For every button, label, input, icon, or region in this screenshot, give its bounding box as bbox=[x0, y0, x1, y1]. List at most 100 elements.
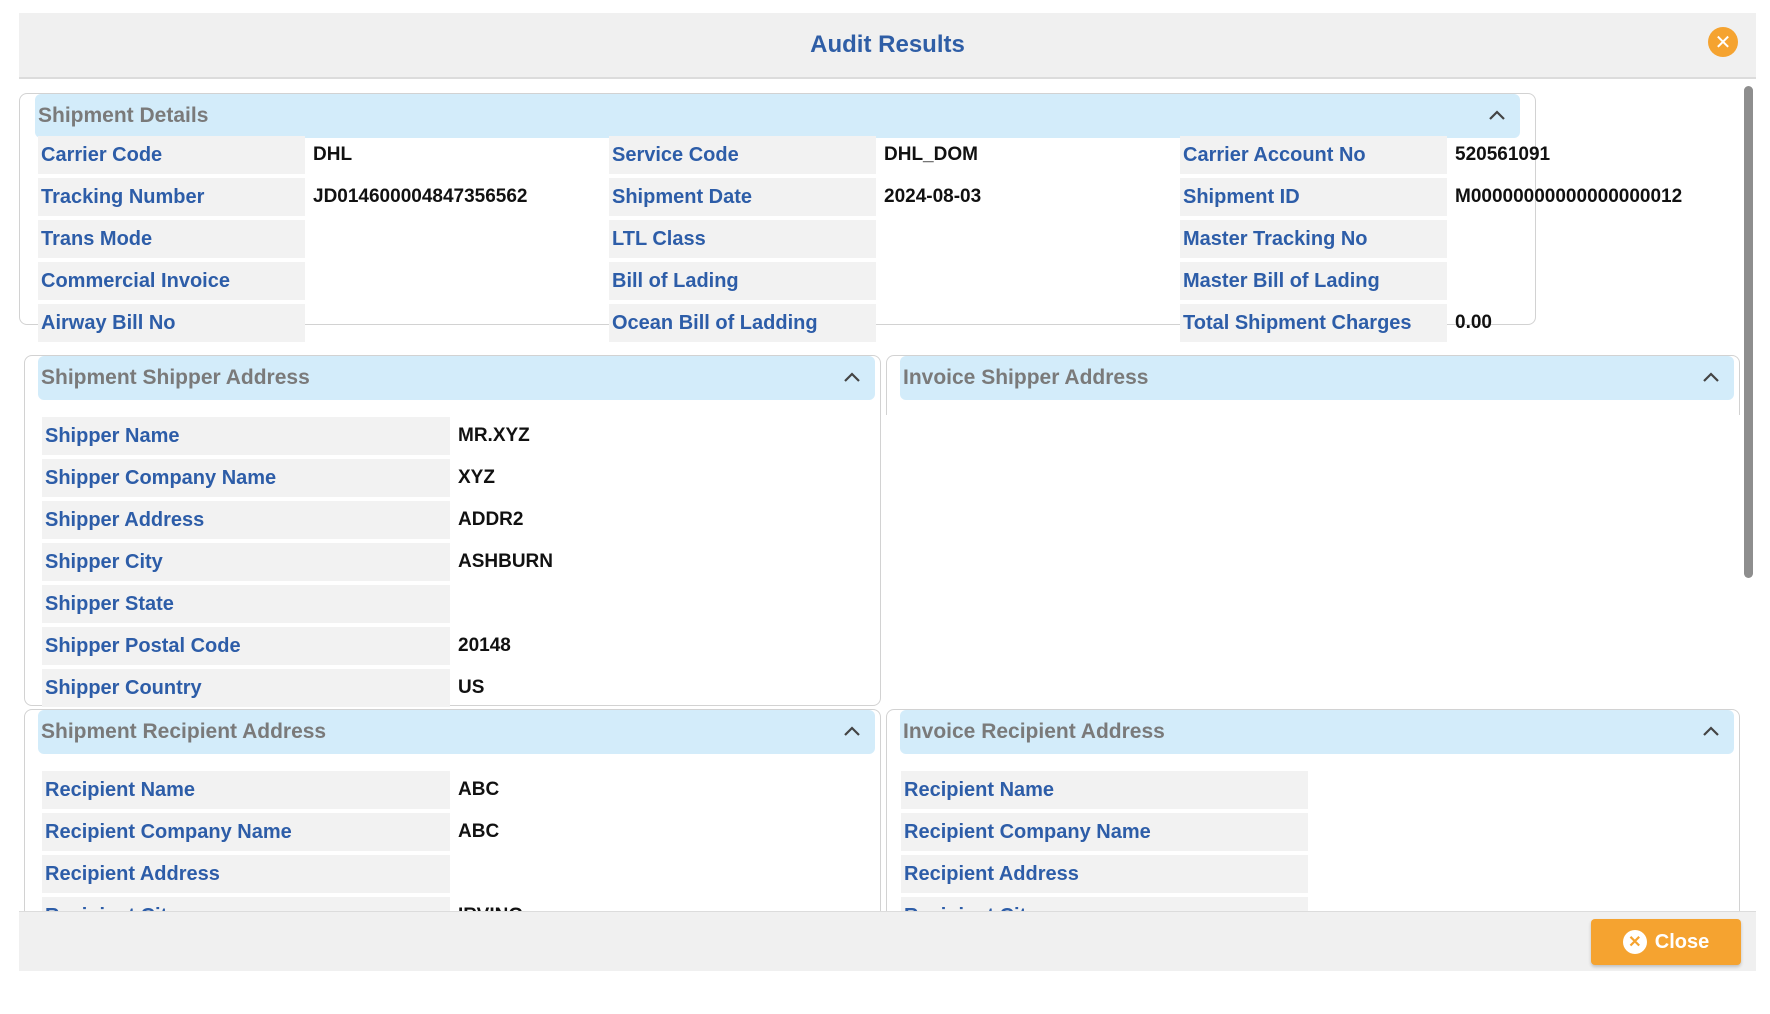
table-row: Shipper Postal Code 20148 bbox=[42, 627, 850, 665]
field-value: ASHBURN bbox=[458, 551, 553, 572]
field-label: Service Code bbox=[609, 136, 876, 174]
chevron-up-icon[interactable] bbox=[1698, 364, 1724, 390]
section-title: Invoice Recipient Address bbox=[903, 720, 1165, 743]
field-value bbox=[876, 304, 1176, 342]
table-row: Shipment ID M00000000000000000012 bbox=[1180, 178, 1707, 216]
field-label: Recipient Address bbox=[901, 855, 1308, 893]
field-value: 520561091 bbox=[1455, 144, 1551, 165]
field-value bbox=[1308, 813, 1708, 851]
field-label: Recipient Name bbox=[42, 771, 450, 809]
field-label: Shipper City bbox=[42, 543, 450, 581]
field-value: ABC bbox=[458, 821, 500, 842]
field-label: Shipper State bbox=[42, 585, 450, 623]
field-label: Shipper Country bbox=[42, 669, 450, 707]
table-row: Shipper City ASHBURN bbox=[42, 543, 850, 581]
field-label: Recipient Name bbox=[901, 771, 1308, 809]
field-label: Shipment Date bbox=[609, 178, 876, 216]
field-label: Shipment ID bbox=[1180, 178, 1447, 216]
table-row: Recipient Company Name ABC bbox=[42, 813, 850, 851]
invoice-shipper-address-header[interactable]: Invoice Shipper Address bbox=[900, 356, 1734, 400]
chevron-up-icon[interactable] bbox=[839, 718, 865, 744]
table-row: Shipper Company Name XYZ bbox=[42, 459, 850, 497]
field-value: DHL bbox=[313, 144, 353, 165]
invoice-recipient-address-header[interactable]: Invoice Recipient Address bbox=[900, 710, 1734, 754]
table-row: Shipper Country US bbox=[42, 669, 850, 707]
field-label: Airway Bill No bbox=[38, 304, 305, 342]
field-label: Shipper Company Name bbox=[42, 459, 450, 497]
field-value: US bbox=[458, 677, 485, 698]
field-label: Recipient Company Name bbox=[42, 813, 450, 851]
field-value bbox=[450, 585, 850, 623]
shipment-shipper-address-header[interactable]: Shipment Shipper Address bbox=[38, 356, 875, 400]
field-value bbox=[1447, 262, 1707, 300]
field-value: ADDR2 bbox=[458, 509, 524, 530]
field-value bbox=[1308, 855, 1708, 893]
section-title: Shipment Details bbox=[38, 104, 209, 127]
table-row: Shipper State bbox=[42, 585, 850, 623]
table-row: Bill of Lading bbox=[609, 262, 1176, 300]
field-label: Master Bill of Lading bbox=[1180, 262, 1447, 300]
field-value: MR.XYZ bbox=[458, 425, 530, 446]
field-value: 0.00 bbox=[1455, 312, 1492, 333]
table-row: Trans Mode bbox=[38, 220, 605, 258]
table-row: Master Tracking No bbox=[1180, 220, 1707, 258]
table-row: Shipper Address ADDR2 bbox=[42, 501, 850, 539]
close-button[interactable]: ✕ Close bbox=[1591, 919, 1741, 965]
shipment-details-header[interactable]: Shipment Details bbox=[35, 94, 1520, 138]
field-value: JD014600004847356562 bbox=[313, 186, 528, 207]
dialog-footer: ✕ Close bbox=[19, 911, 1756, 971]
table-row: Master Bill of Lading bbox=[1180, 262, 1707, 300]
chevron-up-icon[interactable] bbox=[1698, 718, 1724, 744]
field-label: Bill of Lading bbox=[609, 262, 876, 300]
chevron-up-icon[interactable] bbox=[839, 364, 865, 390]
table-row: Recipient Name ABC bbox=[42, 771, 850, 809]
close-circle-icon: ✕ bbox=[1622, 930, 1647, 954]
field-label: Tracking Number bbox=[38, 178, 305, 216]
field-value bbox=[305, 304, 605, 342]
field-value bbox=[305, 262, 605, 300]
field-label: Master Tracking No bbox=[1180, 220, 1447, 258]
field-label: Total Shipment Charges bbox=[1180, 304, 1447, 342]
close-button-label: Close bbox=[1654, 930, 1710, 953]
field-value bbox=[876, 220, 1176, 258]
dialog-header: Audit Results ✕ bbox=[19, 13, 1756, 79]
table-row: Total Shipment Charges 0.00 bbox=[1180, 304, 1707, 342]
table-row: Ocean Bill of Ladding bbox=[609, 304, 1176, 342]
field-value bbox=[1308, 771, 1708, 809]
field-value: DHL_DOM bbox=[884, 144, 978, 165]
field-label: Carrier Account No bbox=[1180, 136, 1447, 174]
section-title: Invoice Shipper Address bbox=[903, 366, 1149, 389]
table-row: Tracking Number JD014600004847356562 bbox=[38, 178, 605, 216]
close-icon[interactable]: ✕ bbox=[1708, 27, 1738, 57]
invoice-shipper-address-panel: Invoice Shipper Address bbox=[886, 355, 1740, 415]
field-label: LTL Class bbox=[609, 220, 876, 258]
table-row: Service Code DHL_DOM bbox=[609, 136, 1176, 174]
table-row: Commercial Invoice bbox=[38, 262, 605, 300]
field-label: Shipper Address bbox=[42, 501, 450, 539]
field-value: XYZ bbox=[458, 467, 495, 488]
field-value bbox=[305, 220, 605, 258]
table-row: Recipient Address bbox=[901, 855, 1708, 893]
vertical-scrollbar[interactable] bbox=[1741, 80, 1755, 910]
field-value bbox=[450, 855, 850, 893]
field-label: Shipper Name bbox=[42, 417, 450, 455]
shipment-recipient-address-header[interactable]: Shipment Recipient Address bbox=[38, 710, 875, 754]
dialog-title: Audit Results bbox=[810, 31, 965, 58]
table-row: Recipient Name bbox=[901, 771, 1708, 809]
field-label: Carrier Code bbox=[38, 136, 305, 174]
table-row: Recipient Address bbox=[42, 855, 850, 893]
field-value bbox=[876, 262, 1176, 300]
section-title: Shipment Shipper Address bbox=[41, 366, 310, 389]
field-value: 20148 bbox=[458, 635, 511, 656]
field-value: ABC bbox=[458, 779, 500, 800]
field-label: Trans Mode bbox=[38, 220, 305, 258]
field-value bbox=[1447, 220, 1707, 258]
table-row: Shipper Name MR.XYZ bbox=[42, 417, 850, 455]
audit-results-dialog: Audit Results ✕ Shipment Details Shipmen… bbox=[19, 13, 1756, 971]
table-row: Carrier Account No 520561091 bbox=[1180, 136, 1707, 174]
scrollbar-thumb[interactable] bbox=[1744, 86, 1753, 578]
field-label: Shipper Postal Code bbox=[42, 627, 450, 665]
field-label: Ocean Bill of Ladding bbox=[609, 304, 876, 342]
table-row: Airway Bill No bbox=[38, 304, 605, 342]
chevron-up-icon[interactable] bbox=[1484, 102, 1510, 128]
